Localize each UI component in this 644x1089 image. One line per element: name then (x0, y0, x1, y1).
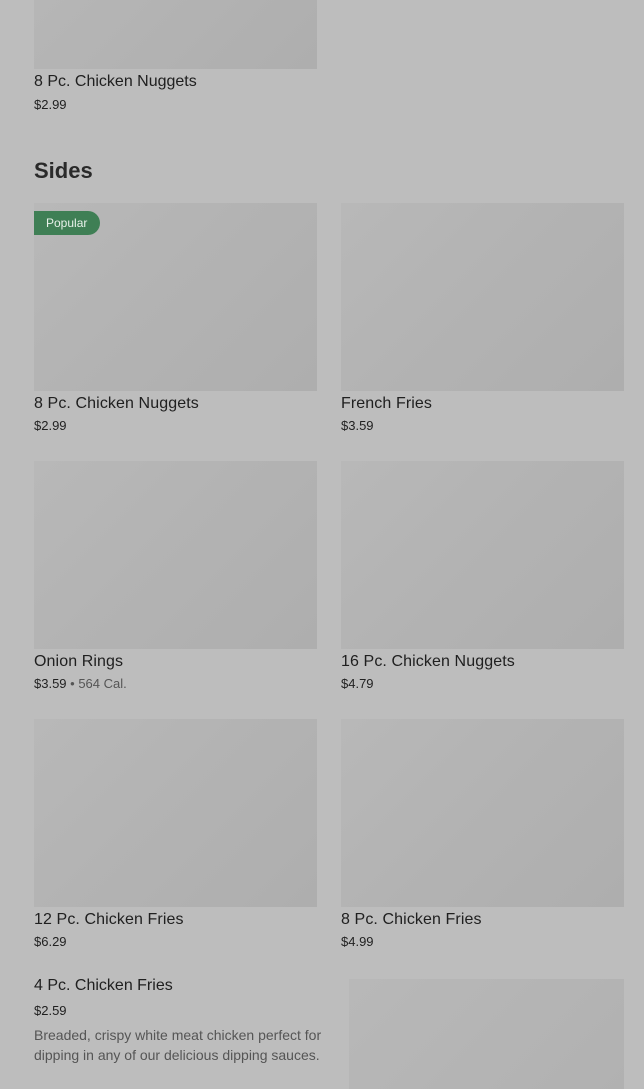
menu-item-card[interactable]: French Fries $3.59 (341, 203, 624, 435)
menu-item-card[interactable]: Popular 8 Pc. Chicken Nuggets $2.99 (34, 203, 317, 435)
menu-item-image[interactable]: Popular (34, 203, 317, 391)
menu-item-name: 8 Pc. Chicken Nuggets (34, 395, 199, 412)
meta-separator: • (66, 676, 79, 691)
menu-item-calories: 564 Cal. (78, 676, 127, 691)
menu-item-card[interactable]: Onion Rings $3.59 • 564 Cal. (34, 461, 317, 693)
section-title: Sides (34, 158, 93, 183)
menu-item-price: $4.99 (341, 934, 374, 949)
menu-item-name: Onion Rings (34, 653, 124, 670)
menu-item-image[interactable] (341, 203, 624, 391)
menu-item-name: 16 Pc. Chicken Nuggets (341, 653, 515, 670)
menu-item-price: $3.59 (341, 418, 374, 433)
featured-item-description: Breaded, crispy white meat chicken perfe… (34, 1027, 322, 1063)
menu-item-price: $2.99 (34, 418, 67, 433)
menu-item-image[interactable] (34, 719, 317, 907)
menu-item-name: French Fries (341, 395, 432, 412)
menu-page: 8 Pc. Chicken Nuggets $2.99 Sides Popula… (0, 0, 644, 1089)
featured-item-image[interactable] (349, 979, 624, 1089)
menu-item-image[interactable] (34, 461, 317, 649)
featured-item-price: $2.59 (34, 1003, 67, 1018)
menu-item-price: $6.29 (34, 934, 67, 949)
menu-item-price: $4.79 (341, 676, 374, 691)
top-item-image[interactable] (34, 0, 317, 69)
menu-item-card[interactable]: 12 Pc. Chicken Fries $6.29 (34, 719, 317, 951)
menu-item-name: 8 Pc. Chicken Fries (341, 911, 482, 928)
featured-item-name[interactable]: 4 Pc. Chicken Fries (34, 976, 173, 996)
top-item-price: $2.99 (34, 97, 67, 112)
menu-item-meta: $3.59 • 564 Cal. (34, 675, 317, 693)
menu-item-card[interactable]: 16 Pc. Chicken Nuggets $4.79 (341, 461, 624, 693)
top-item-name[interactable]: 8 Pc. Chicken Nuggets (34, 72, 197, 92)
popular-badge: Popular (34, 211, 101, 235)
menu-item-image[interactable] (341, 461, 624, 649)
menu-item-price: $3.59 (34, 676, 67, 691)
menu-item-image[interactable] (341, 719, 624, 907)
menu-item-card[interactable]: 8 Pc. Chicken Fries $4.99 (341, 719, 624, 951)
menu-item-name: 12 Pc. Chicken Fries (34, 911, 184, 928)
